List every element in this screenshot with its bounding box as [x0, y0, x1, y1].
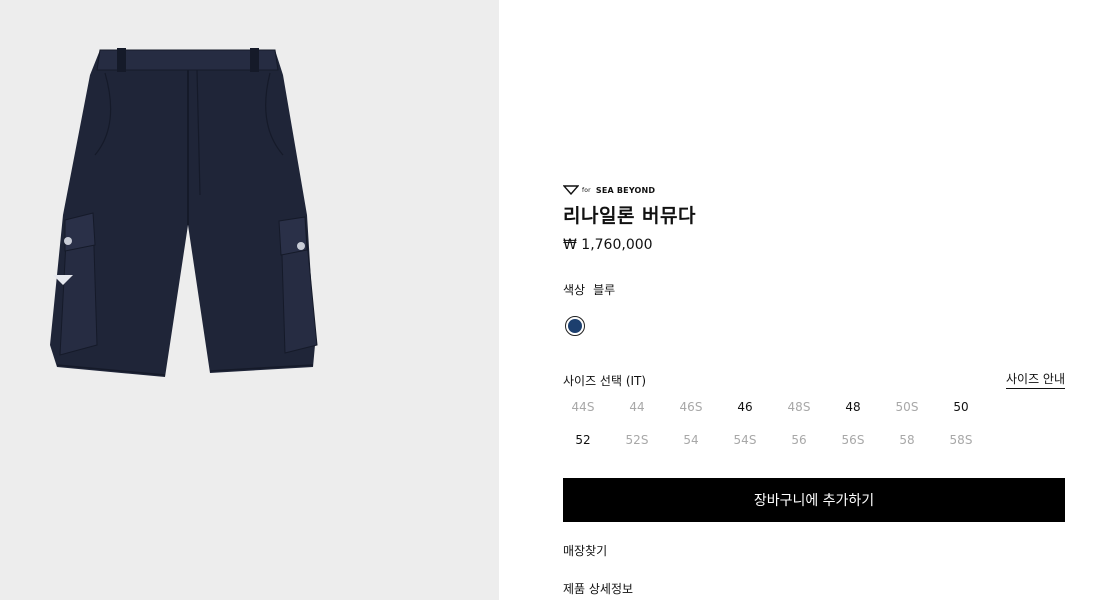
size-option[interactable]: 48S [779, 397, 819, 418]
size-option[interactable]: 52S [617, 430, 657, 451]
product-image[interactable] [45, 45, 330, 380]
size-option[interactable]: 50 [941, 397, 981, 418]
size-option[interactable]: 54S [725, 430, 765, 451]
add-to-cart-button[interactable]: 장바구니에 추가하기 [563, 478, 1065, 522]
size-option[interactable]: 52 [563, 430, 603, 451]
size-option[interactable]: 58 [887, 430, 927, 451]
size-option[interactable]: 44 [617, 397, 657, 418]
size-option[interactable]: 56 [779, 430, 819, 451]
size-option[interactable]: 46 [725, 397, 765, 418]
size-options: 44S 44 46S 46 48S 48 50S 50 52 52S 54 54S 56 56S 58 58S [563, 397, 1023, 451]
brand-line: for SEA BEYOND [563, 185, 655, 195]
size-option[interactable]: 44S [563, 397, 603, 418]
find-store-link[interactable]: 매장찾기 [563, 542, 607, 559]
color-swatch-blue[interactable] [565, 316, 585, 336]
size-select-label: 사이즈 선택 (IT) [563, 374, 647, 388]
product-gallery [0, 0, 499, 600]
size-option[interactable]: 46S [671, 397, 711, 418]
size-option[interactable]: 58S [941, 430, 981, 451]
brand-name: SEA BEYOND [595, 185, 656, 195]
color-value: 블루 [593, 283, 616, 297]
size-option[interactable]: 56S [833, 430, 873, 451]
product-details-link[interactable]: 제품 상세정보 [563, 580, 633, 597]
size-guide-link[interactable]: 사이즈 안내 [1005, 370, 1065, 389]
brand-triangle-icon [563, 185, 579, 195]
product-price: ₩ 1,760,000 [563, 237, 653, 253]
size-option[interactable]: 50S [887, 397, 927, 418]
swatch-dot [568, 319, 582, 333]
color-label: 색상 [563, 283, 586, 297]
product-title: 리나일론 버뮤다 [563, 205, 696, 227]
size-option[interactable]: 54 [671, 430, 711, 451]
product-details-panel: for SEA BEYOND 리나일론 버뮤다 ₩ 1,760,000 색상 블… [563, 0, 1065, 600]
size-option[interactable]: 48 [833, 397, 873, 418]
color-row: 색상 블루 [563, 281, 615, 298]
brand-prefix: for [582, 186, 591, 194]
